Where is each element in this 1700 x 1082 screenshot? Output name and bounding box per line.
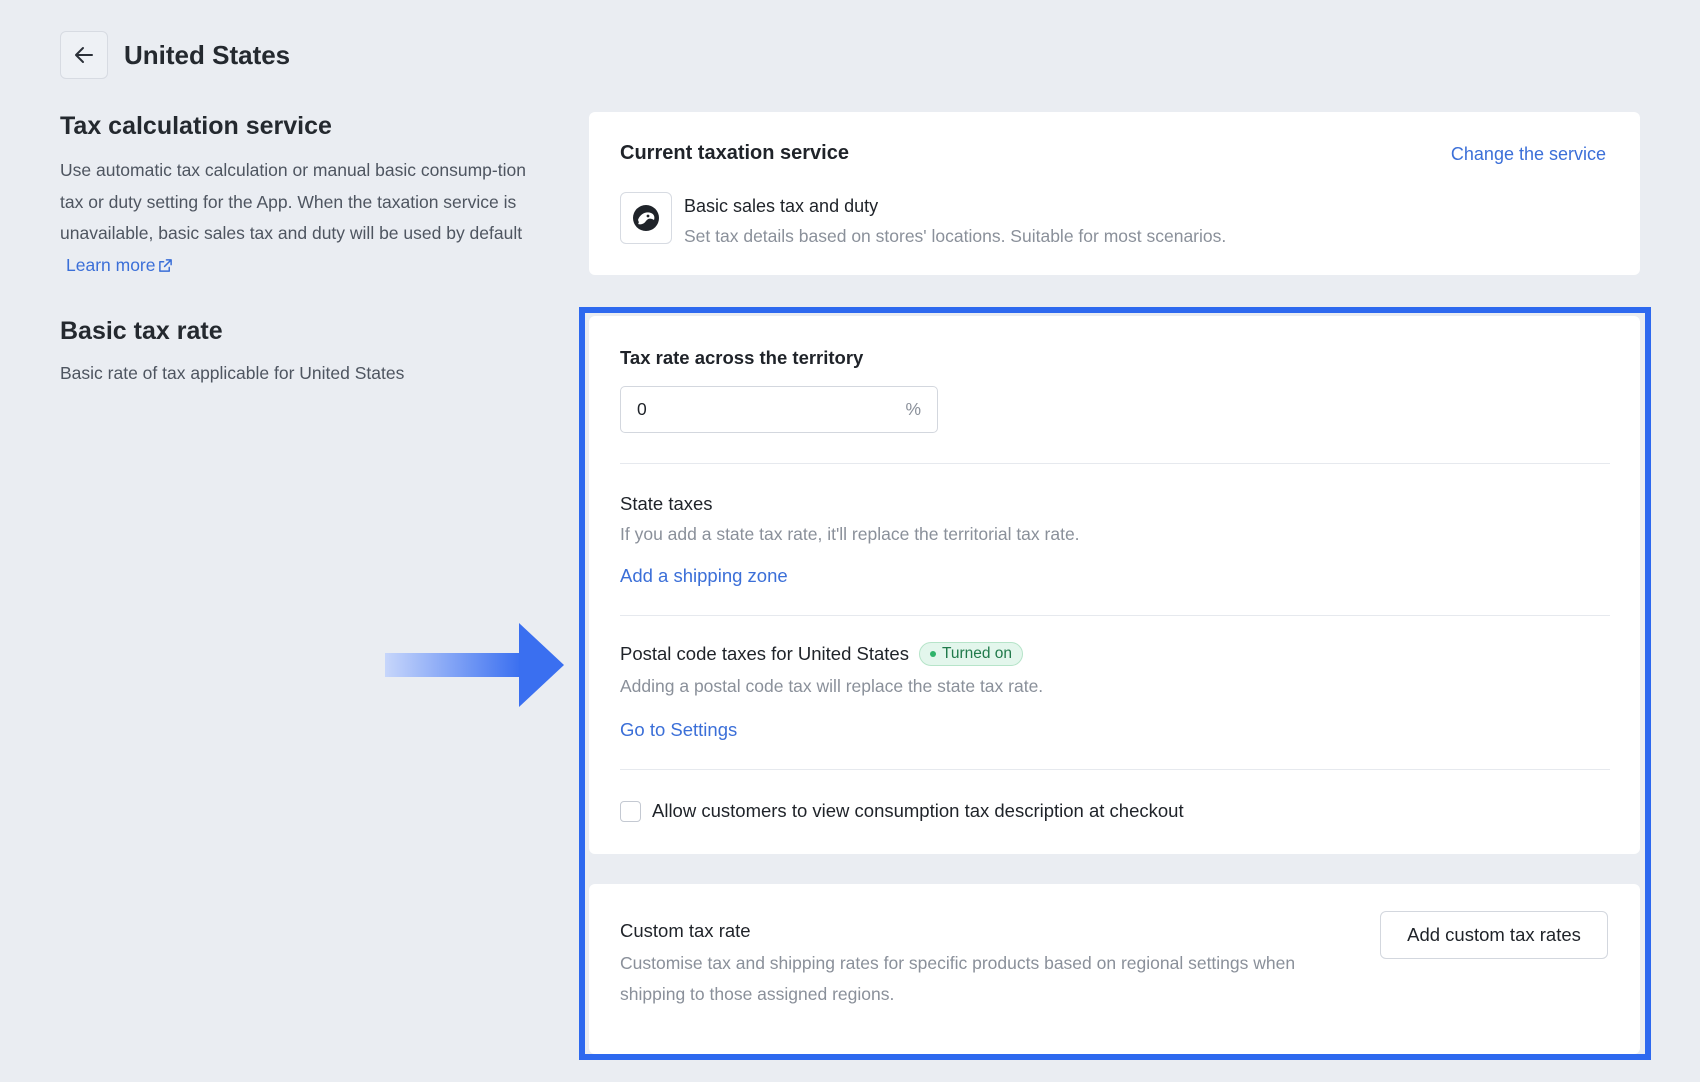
arrow-left-icon bbox=[75, 47, 93, 63]
status-badge-label: Turned on bbox=[941, 645, 1013, 662]
learn-more-label: Learn more bbox=[66, 254, 156, 275]
tax-service-title: Tax calculation service bbox=[60, 112, 332, 140]
divider bbox=[620, 463, 1610, 464]
custom-tax-rate-title: Custom tax rate bbox=[620, 920, 751, 941]
postal-code-title: Postal code taxes for United States bbox=[620, 643, 909, 664]
bird-logo-icon bbox=[633, 205, 659, 231]
current-service-card: Current taxation service Change the serv… bbox=[589, 112, 1640, 275]
custom-tax-rate-description: Customise tax and shipping rates for spe… bbox=[620, 953, 1296, 1004]
tax-rate-value: 0 bbox=[637, 399, 647, 419]
page-title: United States bbox=[124, 40, 291, 70]
pointer-arrow-icon bbox=[385, 623, 564, 707]
service-description: Set tax details based on stores' locatio… bbox=[684, 226, 1227, 246]
divider bbox=[620, 615, 1610, 616]
left-column: Tax calculation service Use automatic ta… bbox=[60, 112, 550, 390]
tax-rate-label: Tax rate across the territory bbox=[620, 347, 864, 368]
basic-tax-rate-section: Basic tax rate Basic rate of tax applica… bbox=[60, 317, 550, 390]
back-button[interactable] bbox=[60, 31, 108, 79]
current-service-heading: Current taxation service bbox=[620, 142, 849, 164]
tax-rate-input[interactable]: 0 % bbox=[620, 386, 938, 433]
learn-more-link[interactable]: Learn more bbox=[66, 250, 173, 282]
tax-rate-card: Tax rate across the territory 0 % State … bbox=[589, 316, 1640, 854]
tax-service-section: Tax calculation service Use automatic ta… bbox=[60, 112, 550, 281]
service-logo bbox=[620, 192, 672, 244]
basic-tax-rate-title: Basic tax rate bbox=[60, 317, 223, 345]
service-name: Basic sales tax and duty bbox=[684, 196, 879, 216]
tax-description-checkbox[interactable] bbox=[620, 800, 641, 822]
status-dot-icon bbox=[929, 651, 936, 657]
external-link-icon bbox=[158, 258, 172, 272]
add-custom-tax-rates-button[interactable]: Add custom tax rates bbox=[1380, 911, 1608, 959]
state-taxes-title: State taxes bbox=[620, 493, 713, 514]
tax-service-desc-text: Use automatic tax calculation or manual … bbox=[60, 160, 526, 243]
status-badge: Turned on bbox=[918, 642, 1024, 666]
postal-code-description: Adding a postal code tax will replace th… bbox=[620, 676, 1044, 696]
state-taxes-description: If you add a state tax rate, it'll repla… bbox=[620, 524, 1080, 544]
tax-description-checkbox-label: Allow customers to view consumption tax … bbox=[652, 800, 1184, 821]
tax-service-description: Use automatic tax calculation or manual … bbox=[60, 155, 550, 281]
custom-tax-rate-card: Custom tax rate Customise tax and shippi… bbox=[589, 884, 1640, 1054]
percent-suffix: % bbox=[905, 399, 921, 419]
page: United States Tax calculation service Us… bbox=[0, 0, 1700, 1082]
tax-description-checkbox-row[interactable]: Allow customers to view consumption tax … bbox=[620, 800, 1184, 822]
change-service-link[interactable]: Change the service bbox=[1451, 144, 1606, 165]
basic-tax-rate-description: Basic rate of tax applicable for United … bbox=[60, 363, 405, 383]
go-to-settings-link[interactable]: Go to Settings bbox=[620, 719, 737, 741]
postal-code-row: Postal code taxes for United States Turn… bbox=[620, 642, 1024, 666]
divider bbox=[620, 769, 1610, 770]
add-shipping-zone-link[interactable]: Add a shipping zone bbox=[620, 565, 788, 587]
